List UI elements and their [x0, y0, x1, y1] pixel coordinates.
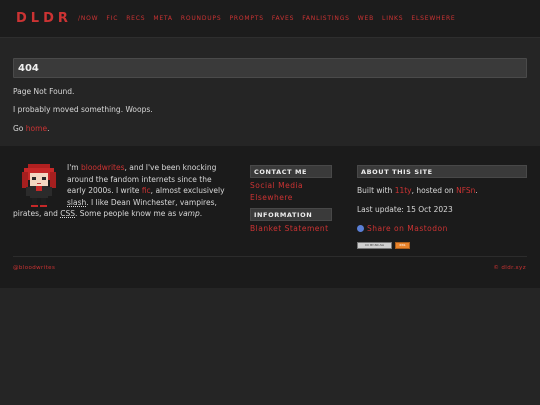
social-media-link[interactable]: Social Media: [250, 180, 332, 192]
nfsn-link[interactable]: NFSn: [456, 186, 475, 195]
main-content: 404 Page Not Found. I probably moved som…: [0, 38, 540, 163]
slash-term: slash: [67, 197, 87, 207]
bloodwrites-link[interactable]: bloodwrites: [81, 163, 125, 172]
main-nav: /NOW FIC RECS META ROUNDUPS PROMPTS FAVE…: [78, 15, 464, 22]
blanket-statement-link[interactable]: Blanket Statement: [250, 223, 332, 235]
information-heading: INFORMATION: [250, 208, 332, 221]
nav-item-roundups[interactable]: ROUNDUPS: [181, 15, 222, 22]
site-logo[interactable]: DLDR: [16, 11, 68, 26]
eleventy-link[interactable]: 11ty: [395, 186, 412, 195]
contact-column: CONTACT ME Social Media Elsewhere INFORM…: [250, 165, 332, 235]
last-update-text: Last update: 15 Oct 2023: [357, 205, 453, 214]
page-title-bar: 404: [13, 58, 527, 78]
cc-license-badge[interactable]: CC BY-NC-SA: [357, 242, 392, 249]
share-on-mastodon-link[interactable]: Share on Mastodon: [367, 224, 448, 233]
avatar: [22, 164, 56, 207]
mastodon-icon: [357, 225, 364, 232]
site-footer: I'm bloodwrites, and I've been knocking …: [0, 146, 540, 288]
author-bio: I'm bloodwrites, and I've been knocking …: [13, 163, 225, 219]
fic-link[interactable]: fic: [142, 186, 151, 195]
nav-item-meta[interactable]: META: [153, 15, 172, 22]
contact-heading: CONTACT ME: [250, 165, 332, 178]
rss-badge[interactable]: RSS: [395, 242, 410, 249]
about-column: ABOUT THIS SITE Built with 11ty, hosted …: [357, 165, 527, 249]
nav-item-web[interactable]: WEB: [358, 15, 374, 22]
footer-site-link[interactable]: © dldr.xyz: [493, 265, 526, 271]
badges: CC BY-NC-SA RSS: [357, 242, 527, 249]
elsewhere-link[interactable]: Elsewhere: [250, 192, 332, 204]
vamp-term: vamp: [178, 209, 200, 219]
footer-handle-link[interactable]: @bloodwrites: [13, 265, 55, 271]
about-heading: ABOUT THIS SITE: [357, 165, 527, 178]
moved-text: I probably moved something. Woops.: [13, 105, 153, 114]
nav-item-elsewhere[interactable]: ELSEWHERE: [411, 15, 455, 22]
go-home-text: Go home.: [13, 124, 50, 133]
nav-item-fanlistings[interactable]: FANLISTINGS: [302, 15, 350, 22]
footer-divider: [13, 256, 527, 257]
share-mastodon[interactable]: Share on Mastodon: [357, 224, 527, 233]
page-title: 404: [18, 62, 39, 74]
css-term: CSS: [60, 209, 76, 219]
nav-item-prompts[interactable]: PROMPTS: [229, 15, 263, 22]
nav-item-now[interactable]: /NOW: [78, 15, 98, 22]
nav-item-recs[interactable]: RECS: [126, 15, 145, 22]
nav-item-faves[interactable]: FAVES: [272, 15, 294, 22]
nav-item-fic[interactable]: FIC: [106, 15, 118, 22]
nav-item-links[interactable]: LINKS: [382, 15, 403, 22]
built-with-text: Built with 11ty, hosted on NFSn.: [357, 186, 478, 195]
site-header: DLDR /NOW FIC RECS META ROUNDUPS PROMPTS…: [0, 0, 540, 38]
not-found-text: Page Not Found.: [13, 87, 75, 96]
home-link[interactable]: home: [26, 124, 47, 133]
